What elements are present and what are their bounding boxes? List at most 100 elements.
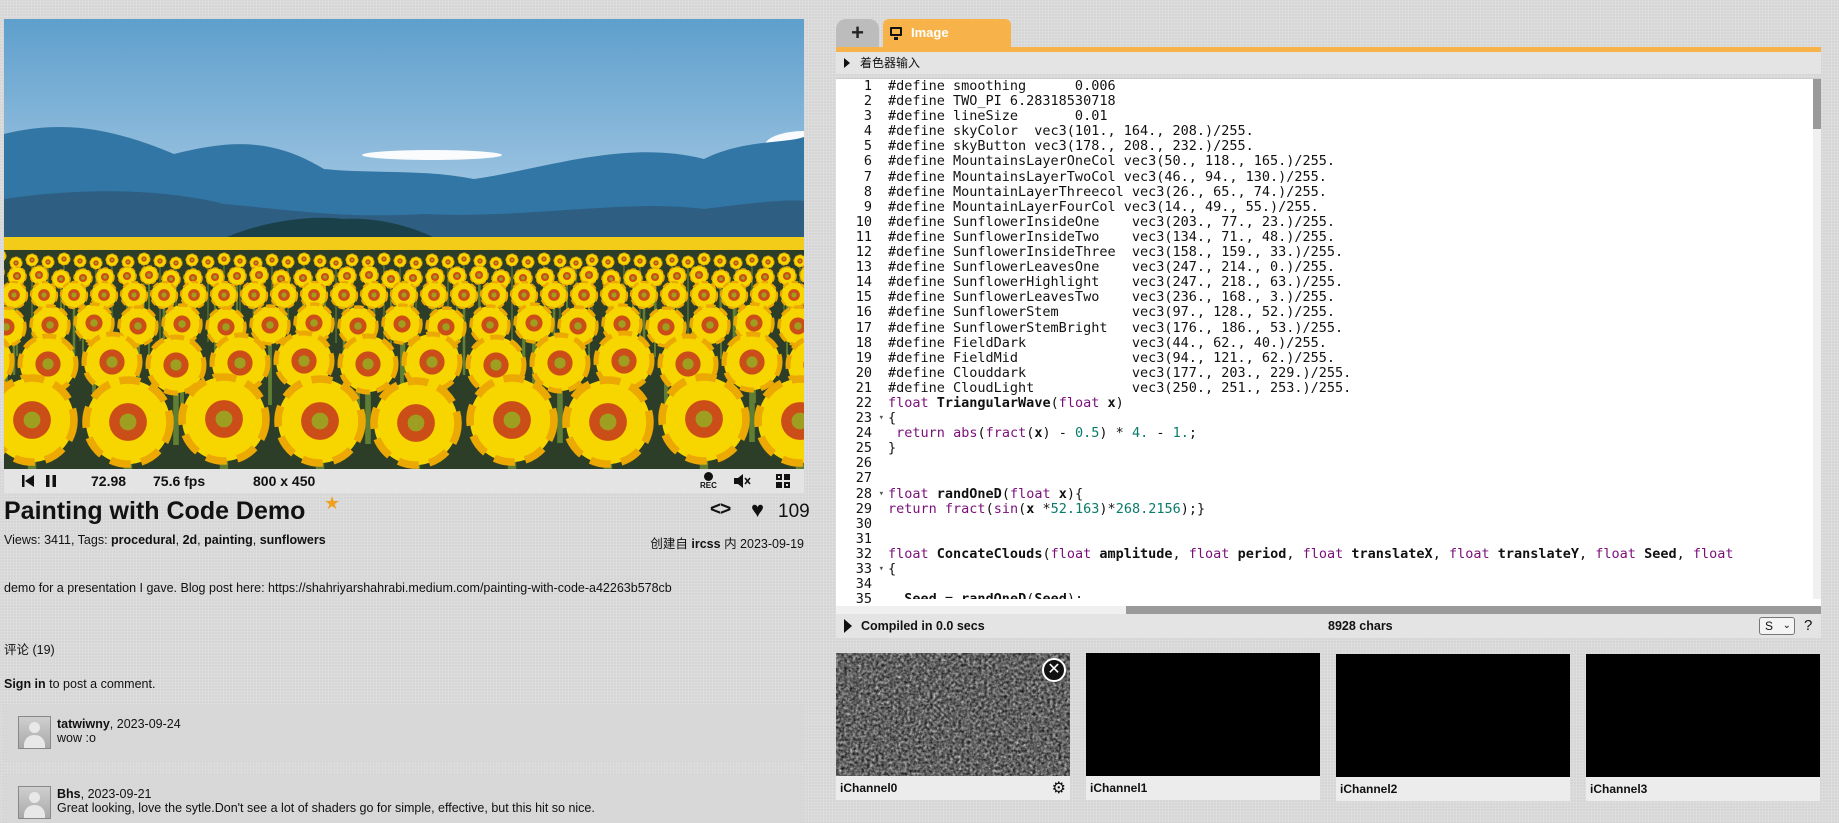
- editor-column: + Image 着色器输入 1 2 3 4 5 6 7 8 9 10 11 12 13 14 15 16 17 1…: [836, 19, 1821, 803]
- fold-arrow-icon[interactable]: ▾: [879, 487, 884, 502]
- views-label: Views: 3411, Tags:: [4, 533, 112, 547]
- code-area[interactable]: #define smoothing 0.006 #define TWO_PI 6.…: [888, 79, 1813, 599]
- channel-inputs: ✕ iChannel0 ⚙ iChannel1 iChannel2 iChann…: [836, 653, 1821, 803]
- compile-status: Compiled in 0.0 secs: [861, 619, 985, 633]
- shader-description: demo for a presentation I gave. Blog pos…: [4, 581, 672, 595]
- tag-link[interactable]: 2d: [183, 533, 198, 547]
- code-line: Seed = randOneD(Seed);: [888, 592, 1813, 599]
- scrollbar-thumb[interactable]: [1813, 79, 1821, 129]
- tab-image[interactable]: Image: [883, 19, 1011, 47]
- code-line: float ConcateClouds(float amplitude, flo…: [888, 545, 1734, 562]
- line-number: 26: [855, 455, 872, 472]
- signin-prompt: Sign in to post a comment.: [4, 677, 804, 691]
- font-size-select[interactable]: S ⌄: [1759, 617, 1795, 635]
- comment-user[interactable]: Bhs: [57, 787, 81, 801]
- line-number: 15: [855, 289, 872, 306]
- compile-status-bar: Compiled in 0.0 secs 8928 chars S ⌄ ?: [836, 614, 1821, 638]
- volume-icon[interactable]: [734, 469, 752, 493]
- help-button[interactable]: ?: [1804, 614, 1812, 638]
- fold-arrow-icon[interactable]: ▾: [879, 411, 884, 426]
- page-title: Painting with Code Demo: [4, 497, 306, 525]
- tab-image-label: Image: [911, 25, 949, 40]
- heart-icon[interactable]: ♥: [751, 497, 764, 523]
- shader-header: Painting with Code Demo ★ <> ♥ 109: [4, 493, 810, 533]
- compile-button[interactable]: [844, 619, 852, 633]
- like-count: 109: [778, 501, 810, 522]
- avatar[interactable]: [18, 716, 51, 749]
- scrollbar-thumb[interactable]: [1126, 606, 1821, 614]
- code-line: }: [888, 440, 897, 457]
- line-number-gutter: 1 2 3 4 5 6 7 8 9 10 11 12 13 14 15 16 17 18 19 20 21 22 23 ▾ 24…: [836, 79, 884, 614]
- comment-header: Bhs, 2023-09-21: [57, 787, 152, 801]
- code-line: #define skyButton vec3(178., 208., 232.)…: [888, 138, 1254, 155]
- avatar[interactable]: [18, 786, 51, 819]
- font-size-value: S: [1765, 619, 1774, 633]
- line-number: 29: [855, 500, 872, 517]
- record-button[interactable]: REC: [700, 469, 717, 493]
- record-label: REC: [700, 481, 717, 490]
- code-line: #define SunflowerLeavesTwo vec3(236., 16…: [888, 289, 1336, 306]
- line-number: 28 ▾: [855, 485, 884, 502]
- rewind-icon[interactable]: [22, 469, 34, 493]
- tag-link[interactable]: procedural: [111, 533, 176, 547]
- channel-0-label: iChannel0: [840, 781, 898, 795]
- line-number: 16: [855, 304, 872, 321]
- line-number: 11: [855, 228, 872, 245]
- sunflower-field-painting: [4, 19, 804, 469]
- comment-text: Great looking, love the sytle.Don't see …: [57, 801, 595, 815]
- code-line: #define TWO_PI 6.28318530718: [888, 93, 1116, 110]
- tag-link[interactable]: sunflowers: [260, 533, 326, 547]
- fold-arrow-icon[interactable]: ▾: [879, 562, 884, 577]
- channel-2-preview[interactable]: [1336, 654, 1570, 777]
- shader-render-canvas[interactable]: [4, 19, 804, 469]
- line-number: 8: [863, 183, 872, 200]
- channel-0-preview[interactable]: ✕: [836, 653, 1070, 776]
- signin-link[interactable]: Sign in: [4, 677, 46, 691]
- fullscreen-icon[interactable]: [776, 469, 790, 493]
- vertical-scrollbar[interactable]: [1813, 79, 1821, 599]
- channel-1-preview[interactable]: [1086, 653, 1320, 776]
- gear-icon[interactable]: ⚙: [1052, 777, 1066, 801]
- pause-icon[interactable]: [46, 469, 56, 493]
- code-line: float TriangularWave(float x): [888, 394, 1124, 411]
- code-line: #define SunflowerStemBright vec3(176., 1…: [888, 319, 1344, 336]
- embed-code-icon[interactable]: <>: [710, 499, 731, 521]
- channel-2[interactable]: iChannel2: [1336, 654, 1570, 801]
- channel-3-preview[interactable]: [1586, 654, 1820, 777]
- author-link[interactable]: ircss: [691, 537, 720, 551]
- channel-1[interactable]: iChannel1: [1086, 653, 1320, 800]
- close-icon[interactable]: ✕: [1042, 658, 1066, 682]
- code-line: {: [888, 561, 897, 577]
- code-line: #define Clouddark vec3(177., 203., 229.)…: [888, 364, 1352, 381]
- line-number: 12: [855, 244, 872, 261]
- record-icon: [703, 472, 713, 481]
- comment-date: , 2023-09-21: [80, 787, 152, 801]
- line-number: 18: [855, 334, 872, 351]
- add-tab-button[interactable]: +: [836, 19, 879, 47]
- line-number: 21: [855, 379, 872, 396]
- channel-0[interactable]: ✕ iChannel0 ⚙: [836, 653, 1070, 800]
- line-number: 1: [863, 78, 872, 94]
- comment: Bhs, 2023-09-21 Great looking, love the …: [4, 774, 804, 823]
- line-number: 14: [855, 274, 872, 291]
- code-line: #define FieldMid vec3(94., 121., 62.)/25…: [888, 349, 1336, 366]
- code-line: {: [888, 410, 897, 427]
- line-number: 4: [863, 123, 872, 140]
- line-number: 22: [855, 394, 872, 411]
- comment-user[interactable]: tatwiwny: [57, 717, 110, 731]
- code-line: float randOneD(float x){: [888, 485, 1084, 502]
- channel-3[interactable]: iChannel3: [1586, 654, 1820, 801]
- shader-inputs-toggle[interactable]: 着色器输入: [836, 52, 1821, 74]
- expand-triangle-icon: [844, 58, 850, 68]
- tag-link[interactable]: painting: [204, 533, 253, 547]
- star-icon[interactable]: ★: [324, 493, 340, 514]
- horizontal-scrollbar[interactable]: [836, 606, 1821, 614]
- code-line: #define SunflowerInsideTwo vec3(134., 71…: [888, 228, 1336, 245]
- fps-display: 75.6 fps: [153, 473, 206, 489]
- line-number: 2: [863, 93, 872, 110]
- channel-label: iChannel3: [1586, 777, 1820, 801]
- code-editor[interactable]: 1 2 3 4 5 6 7 8 9 10 11 12 13 14 15 16 17 18 19 20 21 22 23 ▾ 24…: [836, 78, 1821, 614]
- line-number: 17: [855, 319, 872, 336]
- line-number: 31: [855, 530, 872, 547]
